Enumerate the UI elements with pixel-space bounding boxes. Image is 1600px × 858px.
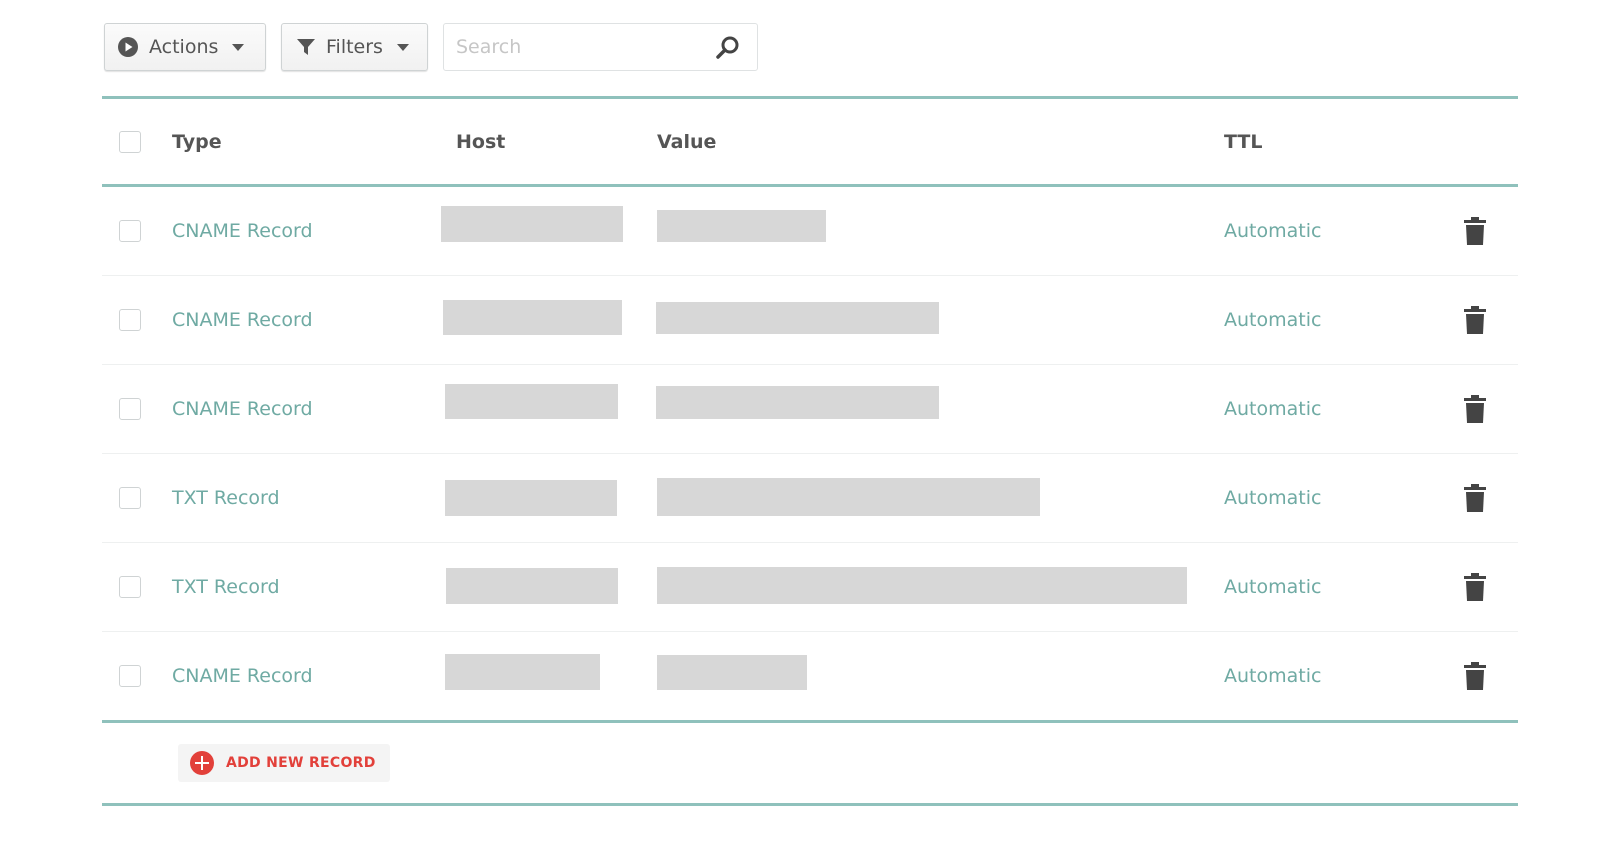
table-header: Type Host Value TTL [102,99,1518,184]
table-row: TXT Record Automatic [102,543,1518,632]
column-header-value[interactable]: Value [657,99,716,184]
column-header-host[interactable]: Host [456,99,505,184]
column-header-ttl[interactable]: TTL [1224,99,1262,184]
table-row: CNAME Record Automatic [102,632,1518,720]
record-ttl[interactable]: Automatic [1224,632,1321,720]
record-ttl[interactable]: Automatic [1224,543,1321,631]
add-record-row: ADD NEW RECORD [102,723,1518,803]
funnel-icon [297,39,315,55]
filters-label: Filters [326,36,383,58]
host-redacted [446,568,618,604]
table-row: CNAME Record Automatic [102,276,1518,365]
host-redacted [441,206,623,242]
value-redacted [656,386,939,419]
value-redacted [657,567,1187,604]
table-row: CNAME Record Automatic [102,187,1518,276]
caret-down-icon [396,43,409,51]
record-type[interactable]: CNAME Record [172,276,313,364]
plus-circle-icon [190,751,214,775]
actions-button[interactable]: Actions [104,23,266,71]
record-type[interactable]: CNAME Record [172,632,313,720]
host-redacted [445,480,617,516]
record-ttl[interactable]: Automatic [1224,276,1321,364]
record-ttl[interactable]: Automatic [1224,365,1321,453]
trash-icon[interactable] [1464,306,1486,334]
trash-icon[interactable] [1464,662,1486,690]
search-box [443,23,758,71]
trash-icon[interactable] [1464,484,1486,512]
record-type[interactable]: CNAME Record [172,187,313,275]
row-checkbox[interactable] [119,487,141,509]
record-ttl[interactable]: Automatic [1224,454,1321,542]
row-checkbox[interactable] [119,309,141,331]
actions-label: Actions [149,36,219,58]
table-row: CNAME Record Automatic [102,365,1518,454]
record-ttl[interactable]: Automatic [1224,187,1321,275]
select-all-checkbox[interactable] [119,130,141,153]
host-redacted [443,300,622,335]
play-circle-icon [118,37,138,57]
dns-records-page: Actions Filters Type Host Value TTL [0,0,1600,858]
row-checkbox[interactable] [119,398,141,420]
caret-down-icon [232,43,245,51]
trash-icon[interactable] [1464,217,1486,245]
value-redacted [657,478,1040,516]
search-input[interactable] [444,24,757,70]
value-redacted [657,655,807,690]
host-redacted [445,654,600,690]
filters-button[interactable]: Filters [281,23,428,71]
add-new-record-label: ADD NEW RECORD [226,755,376,771]
record-type[interactable]: TXT Record [172,454,280,542]
add-new-record-button[interactable]: ADD NEW RECORD [178,744,390,782]
column-header-type[interactable]: Type [172,99,222,184]
host-redacted [445,384,618,419]
trash-icon[interactable] [1464,573,1486,601]
row-checkbox[interactable] [119,220,141,242]
row-checkbox[interactable] [119,665,141,687]
record-type[interactable]: TXT Record [172,543,280,631]
toolbar: Actions Filters [104,23,758,71]
record-type[interactable]: CNAME Record [172,365,313,453]
records-table: Type Host Value TTL CNAME Record Automat… [102,96,1518,806]
row-checkbox[interactable] [119,576,141,598]
search-icon[interactable] [715,35,741,61]
value-redacted [656,302,939,334]
trash-icon[interactable] [1464,395,1486,423]
footer-rule [102,803,1518,806]
table-body: CNAME Record Automatic CNAME Record Auto… [102,187,1518,720]
value-redacted [657,210,826,242]
table-row: TXT Record Automatic [102,454,1518,543]
